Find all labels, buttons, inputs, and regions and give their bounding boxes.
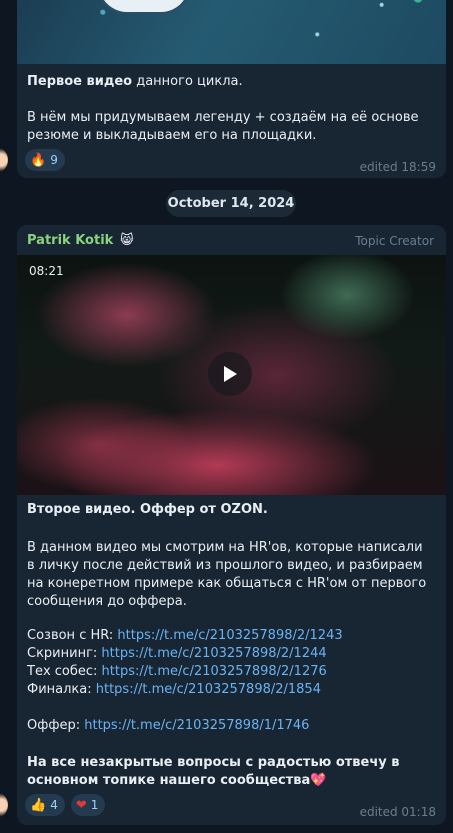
link-line-call: Созвон с HR: https://t.me/c/2103257898/2… (27, 627, 434, 645)
reaction-chip-thumbs-up[interactable]: 👍 4 (25, 794, 65, 816)
message-image[interactable] (17, 0, 446, 64)
closing-line: На все незакрытые вопросы с радостью отв… (27, 755, 400, 788)
reaction-count: 9 (50, 153, 58, 167)
message-title: Второе видео. Оффер от OZON. (27, 502, 268, 517)
link-line-final: Финалка: https://t.me/c/2103257898/2/185… (27, 681, 434, 699)
link-screening[interactable]: https://t.me/c/2103257898/2/1244 (101, 646, 326, 661)
reactions-bar: 🔥 9 (25, 149, 65, 171)
heart-icon: ❤ (75, 797, 87, 813)
reactions-bar: 👍 4 ❤ 1 (25, 794, 106, 816)
date-separator[interactable]: October 14, 2024 (166, 190, 296, 217)
headline-bold: Первое видео (27, 74, 133, 89)
link-call-hr[interactable]: https://t.me/c/2103257898/2/1243 (117, 628, 342, 643)
play-button[interactable] (208, 352, 252, 396)
reaction-count: 4 (50, 798, 58, 812)
video-player[interactable]: 08:21 (17, 255, 446, 495)
video-duration: 08:21 (29, 264, 64, 278)
avatar[interactable] (0, 793, 8, 817)
link-label: Оффер: (27, 718, 85, 733)
image-illustration (97, 0, 191, 14)
link-tech-interview[interactable]: https://t.me/c/2103257898/2/1276 (102, 664, 327, 679)
avatar[interactable] (0, 148, 8, 172)
link-line-screening: Скрининг: https://t.me/c/2103257898/2/12… (27, 645, 434, 663)
message-headline: Первое видео данного цикла. (27, 73, 434, 91)
closing-text: На все незакрытые вопросы с радостью отв… (27, 754, 434, 790)
image-decoration (406, 0, 446, 10)
role-badge: Topic Creator (355, 234, 434, 248)
message-bubble-1[interactable]: Первое видео данного цикла. В нём мы при… (17, 0, 446, 178)
link-line-tech: Тех собес: https://t.me/c/2103257898/2/1… (27, 663, 434, 681)
heart-sparkle-icon: 💖 (310, 773, 327, 788)
link-label: Финалка: (27, 682, 96, 697)
headline-rest: данного цикла. (132, 74, 243, 89)
link-label: Тех собес: (27, 664, 102, 679)
link-line-offer: Оффер: https://t.me/c/2103257898/1/1746 (27, 717, 434, 735)
reaction-chip-fire[interactable]: 🔥 9 (25, 149, 65, 171)
reaction-count: 1 (90, 798, 99, 812)
sender-emoji-status: 😸 (120, 233, 134, 248)
reaction-chip-heart[interactable]: ❤ 1 (70, 794, 106, 816)
link-label: Созвон с HR: (27, 628, 118, 643)
link-offer[interactable]: https://t.me/c/2103257898/1/1746 (84, 718, 309, 733)
message-body: В данном видео мы смотрим на HR'ов, кото… (27, 540, 427, 609)
link-label: Скрининг: (27, 646, 102, 661)
fire-icon: 🔥 (30, 152, 47, 168)
thumbs-up-icon: 👍 (30, 797, 47, 813)
sender-name[interactable]: Patrik Kotik (27, 233, 113, 248)
link-final[interactable]: https://t.me/c/2103257898/2/1854 (96, 682, 321, 697)
message-timestamp: edited 01:18 (359, 805, 436, 819)
message-bubble-2[interactable]: Patrik Kotik 😸 Topic Creator 08:21 Второ… (17, 225, 446, 825)
message-body: В нём мы придумываем легенду + создаём н… (27, 110, 419, 143)
message-timestamp: edited 18:59 (359, 160, 436, 174)
play-icon (224, 366, 237, 382)
